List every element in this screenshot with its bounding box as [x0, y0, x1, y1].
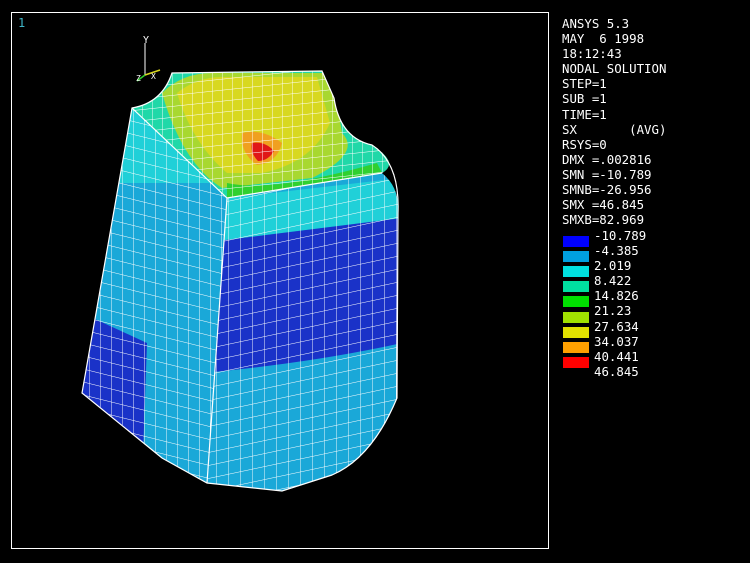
info-line-smnb: SMNB=-26.956 — [562, 182, 652, 198]
fea-model-plot[interactable]: Y Z X — [12, 13, 548, 548]
info-line-time-value: TIME=1 — [562, 106, 607, 122]
triad-y-label: Y — [143, 35, 149, 46]
triad-x-label: X — [151, 72, 156, 81]
model-right-face — [207, 173, 399, 491]
legend-color-swatch — [563, 356, 589, 368]
legend-color-swatch — [563, 236, 589, 247]
legend-value: 40.441 — [594, 348, 639, 364]
legend-color-swatch — [563, 341, 589, 353]
legend-value: 34.037 — [594, 333, 639, 349]
legend-color-swatch — [563, 251, 589, 263]
info-line-smxb: SMXB=82.969 — [562, 212, 645, 228]
info-line-date: MAY 6 1998 — [562, 31, 645, 47]
info-line-result-item: SX (AVG) — [562, 121, 667, 137]
legend-value: 46.845 — [594, 363, 639, 379]
legend-value: -4.385 — [594, 243, 639, 259]
info-line-solution-type: NODAL SOLUTION — [562, 61, 667, 77]
legend-value: 2.019 — [594, 258, 632, 274]
legend-color-swatch — [563, 266, 589, 278]
coordinate-triad: Y Z X — [136, 35, 161, 83]
legend-value: -10.789 — [594, 228, 647, 243]
info-line-rsys: RSYS=0 — [562, 136, 607, 152]
legend-color-swatch — [563, 311, 589, 323]
triad-z-label: Z — [136, 74, 141, 83]
info-line-smx: SMX =46.845 — [562, 197, 645, 213]
legend-color-swatch — [563, 296, 589, 308]
info-line-smn: SMN =-10.789 — [562, 166, 652, 182]
info-line-time: 18:12:43 — [562, 46, 622, 62]
legend-value: 21.23 — [594, 303, 632, 319]
info-line-dmx: DMX =.002816 — [562, 151, 652, 167]
legend-value: 8.422 — [594, 273, 632, 289]
legend-color-swatch — [563, 281, 589, 293]
legend-value: 14.826 — [594, 288, 639, 304]
legend-value: 27.634 — [594, 318, 639, 334]
solution-info-panel: ANSYS 5.3 MAY 6 1998 18:12:43 NODAL SOLU… — [562, 16, 666, 227]
info-line-program: ANSYS 5.3 — [562, 16, 630, 31]
graphics-viewport[interactable]: 1 Y Z X — [11, 12, 549, 549]
legend-color-swatch — [563, 326, 589, 338]
info-line-step: STEP=1 — [562, 76, 607, 92]
info-line-substep: SUB =1 — [562, 91, 607, 107]
